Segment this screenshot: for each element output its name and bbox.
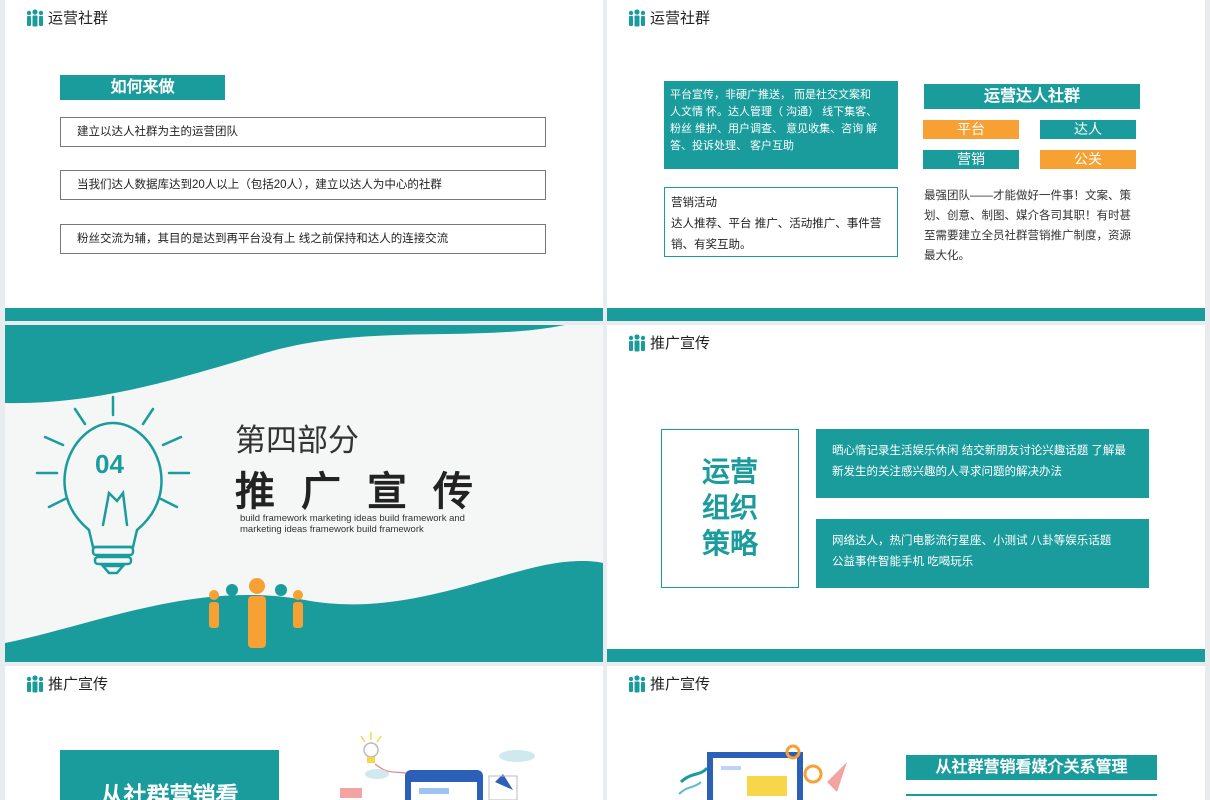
slide-title: 推广宣传 [25, 673, 108, 694]
text-line: 网络达人，热门电影流行星座、小测试 八卦等娱乐话题 [832, 535, 1112, 547]
people-icon [628, 674, 646, 692]
frame-line: 组织 [701, 492, 758, 523]
text-line: 最强团队——才能做好一件事！文案、策 [924, 190, 1131, 202]
slide-3[interactable]: 04 第四部分 推广宣传 build framework marketing i… [5, 325, 603, 662]
section-block: 从社群营销看 [60, 750, 279, 800]
slide-title: 推广宣传 [627, 673, 710, 694]
slide-title: 推广宣传 [627, 332, 710, 353]
tag-pr: 公关 [1040, 150, 1136, 169]
slide-1[interactable]: 运营社群 如何来做 建立以达人社群为主的运营团队 当我们达人数据库达到20人以上… [5, 0, 603, 321]
slide-title-text: 推广宣传 [650, 335, 711, 352]
tag-influencer: 达人 [1040, 120, 1136, 139]
slide-title-text: 运营社群 [650, 10, 711, 27]
text-line: 晒心情记录生活娱乐休闲 结交新朋友讨论兴趣话题 了解最 [832, 445, 1126, 457]
bottom-bar [607, 308, 1205, 321]
people-icon [628, 333, 646, 351]
divider [906, 794, 1157, 796]
text-line: 至需要建立全员社群营销推广制度，资源 [924, 230, 1131, 242]
text-line: 达人推荐、平台 推广、活动推广、事件营 [671, 218, 882, 230]
slide-2[interactable]: 运营社群 平台宣传，非硬广推送， 而是社交文案和 人文情 怀。达人管理（ 沟通）… [607, 0, 1205, 321]
text-line: 营销活动 [671, 197, 717, 209]
tag-marketing: 营销 [923, 150, 1019, 169]
how-to-label: 如何来做 [60, 75, 225, 100]
text-line: 新发生的关注感兴趣的人寻求问题的解决办法 [832, 466, 1062, 478]
marketing-illustration [340, 732, 535, 800]
part-number: 04 [95, 449, 124, 479]
tag-platform: 平台 [923, 120, 1019, 139]
frame-line: 运营 [701, 456, 758, 487]
content-box: 晒心情记录生活娱乐休闲 结交新朋友讨论兴趣话题 了解最 新发生的关注感兴趣的人寻… [816, 429, 1149, 498]
community-heading: 运营达人社群 [924, 84, 1140, 109]
promotion-text-box: 平台宣传，非硬广推送， 而是社交文案和 人文情 怀。达人管理（ 沟通） 线下集客… [664, 81, 898, 169]
frame-line: 策略 [701, 528, 758, 559]
part-label: 第四部分 [235, 423, 359, 458]
monitor-illustration [678, 744, 847, 800]
strategy-frame: 运营 组织 策略 [661, 429, 799, 588]
text-line: 公益事件智能手机 吃喝玩乐 [832, 556, 974, 568]
text-line: 答、投诉处理、 客户互助 [670, 140, 795, 152]
slide-6[interactable]: 推广宣传 从社群营销看媒介关系管理 [607, 666, 1205, 800]
list-item: 粉丝交流为辅，其目的是达到再平台没有上 线之前保持和达人的连接交流 [60, 224, 546, 254]
media-relations-heading: 从社群营销看媒介关系管理 [906, 755, 1157, 780]
slide-grid: 运营社群 如何来做 建立以达人社群为主的运营团队 当我们达人数据库达到20人以上… [0, 0, 1210, 800]
slide-title: 运营社群 [627, 7, 710, 28]
slide-5[interactable]: 推广宣传 从社群营销看 [5, 666, 603, 800]
slide-4[interactable]: 推广宣传 运营 组织 策略 晒心情记录生活娱乐休闲 结交新朋友讨论兴趣话题 了解… [607, 325, 1205, 662]
bottom-bar [607, 649, 1205, 662]
people-icon [628, 8, 646, 26]
text-line: 最大化。 [924, 250, 970, 262]
slide-title-text: 推广宣传 [48, 676, 109, 693]
text-line: 销、有奖互助。 [671, 239, 752, 251]
text-line: 划、创意、制图、媒介各司其职！有时甚 [924, 210, 1131, 222]
people-icon [26, 8, 44, 26]
content-box: 网络达人，热门电影流行星座、小测试 八卦等娱乐话题 公益事件智能手机 吃喝玩乐 [816, 519, 1149, 588]
people-icon [26, 674, 44, 692]
list-item: 建立以达人社群为主的运营团队 [60, 117, 546, 147]
part-title: 推广宣传 [235, 470, 499, 514]
bottom-bar [5, 308, 603, 321]
text-line: 平台宣传，非硬广推送， 而是社交文案和 [670, 89, 872, 101]
marketing-activity-box: 营销活动 达人推荐、平台 推广、活动推广、事件营 销、有奖互助。 [664, 187, 898, 257]
list-item: 当我们达人数据库达到20人以上（包括20人），建立以达人为中心的社群 [60, 170, 546, 200]
slide-title-text: 推广宣传 [650, 676, 711, 693]
text-line: 人文情 怀。达人管理（ 沟通） 线下集客、 [670, 106, 878, 118]
text-line: 粉丝 维护、用户调查、 意见收集、咨询 解 [670, 123, 878, 135]
slide-title-text: 运营社群 [48, 10, 109, 27]
slide-title: 运营社群 [25, 7, 108, 28]
part-subtitle: build framework marketing ideas build fr… [240, 513, 465, 535]
team-description: 最强团队——才能做好一件事！文案、策 划、创意、制图、媒介各司其职！有时甚 至需… [924, 186, 1140, 266]
